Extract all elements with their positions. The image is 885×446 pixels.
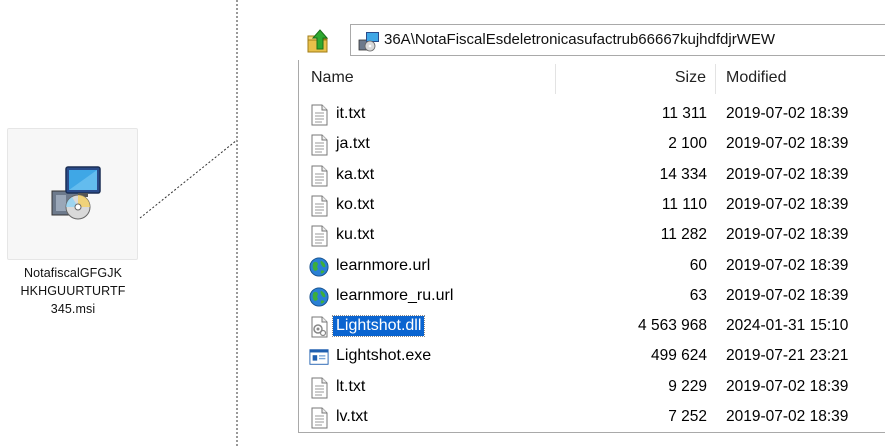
file-label-line-1: NotafiscalGFGJK bbox=[23, 266, 123, 280]
file-row[interactable]: ku.txt 11 282 2019-07-02 18:39 bbox=[299, 221, 885, 251]
column-header-name[interactable]: Name bbox=[311, 69, 354, 87]
text-file-icon bbox=[309, 104, 329, 126]
file-modified: 2019-07-02 18:39 bbox=[726, 226, 849, 244]
globe-icon bbox=[309, 256, 329, 278]
text-file-icon bbox=[309, 407, 329, 429]
column-separator[interactable] bbox=[715, 64, 716, 94]
file-size: 7 252 bbox=[668, 408, 707, 425]
file-row[interactable]: learnmore_ru.url 63 2019-07-02 18:39 bbox=[299, 282, 885, 312]
file-name: ka.txt bbox=[336, 165, 375, 183]
globe-icon bbox=[309, 286, 329, 308]
file-modified: 2019-07-02 18:39 bbox=[726, 256, 849, 274]
file-modified: 2019-07-02 18:39 bbox=[726, 286, 849, 304]
column-separator[interactable] bbox=[555, 64, 556, 94]
address-path: 36A\NotaFiscalEsdeletronicasufactrub6666… bbox=[384, 31, 776, 48]
file-size: 11 282 bbox=[660, 226, 707, 244]
exe-file-icon bbox=[309, 346, 329, 368]
text-file-icon bbox=[309, 134, 329, 156]
file-name: Lightshot.dll bbox=[331, 315, 426, 338]
file-name: ku.txt bbox=[336, 226, 375, 244]
file-size: 4 563 968 bbox=[638, 317, 707, 335]
installer-icon bbox=[51, 166, 101, 220]
file-name: lv.txt bbox=[336, 408, 368, 425]
column-header-row: Name Size Modified bbox=[299, 60, 885, 98]
file-name: it.txt bbox=[336, 105, 366, 122]
address-bar-row: 36A\NotaFiscalEsdeletronicasufactrub6666… bbox=[300, 22, 885, 60]
file-row[interactable]: learnmore.url 60 2019-07-02 18:39 bbox=[299, 252, 885, 282]
file-row[interactable]: it.txt 11 311 2019-07-02 18:39 bbox=[299, 100, 885, 130]
file-row[interactable]: ko.txt 11 110 2019-07-02 18:39 bbox=[299, 191, 885, 221]
file-row[interactable]: ka.txt 14 334 2019-07-02 18:39 bbox=[299, 161, 885, 191]
file-modified: 2019-07-02 18:39 bbox=[726, 135, 849, 153]
desktop-file-tile[interactable] bbox=[7, 128, 138, 260]
file-modified: 2019-07-02 18:39 bbox=[726, 377, 849, 395]
column-header-size[interactable]: Size bbox=[675, 69, 706, 87]
file-size: 63 bbox=[689, 286, 707, 304]
file-name: learnmore_ru.url bbox=[336, 286, 454, 304]
file-label-line-2: HKHGUURTURTF bbox=[20, 284, 126, 298]
file-row[interactable]: lt.txt 9 229 2019-07-02 18:39 bbox=[299, 373, 885, 403]
file-row[interactable]: Lightshot.dll 4 563 968 2024-01-31 15:10 bbox=[299, 312, 885, 342]
file-label-line-3: 345.msi bbox=[50, 302, 96, 316]
file-row[interactable]: ja.txt 2 100 2019-07-02 18:39 bbox=[299, 130, 885, 160]
file-row[interactable]: lv.txt 7 252 2019-07-02 18:39 bbox=[299, 403, 885, 432]
file-size: 11 311 bbox=[661, 105, 707, 122]
file-modified: 2019-07-02 18:39 bbox=[726, 165, 849, 183]
file-name: lt.txt bbox=[336, 377, 366, 395]
file-modified: 2019-07-02 18:39 bbox=[726, 408, 849, 425]
file-size: 60 bbox=[689, 256, 707, 274]
text-file-icon bbox=[309, 377, 329, 399]
file-row[interactable]: Lightshot.exe 499 624 2019-07-21 23:21 bbox=[299, 342, 885, 372]
file-list-panel: Name Size Modified it.txt 11 311 2019-07-0… bbox=[298, 60, 885, 433]
file-modified: 2019-07-21 23:21 bbox=[726, 347, 849, 365]
file-name: ko.txt bbox=[336, 195, 375, 213]
file-name: Lightshot.exe bbox=[336, 347, 432, 365]
text-file-icon bbox=[309, 165, 329, 187]
file-name: ja.txt bbox=[336, 135, 370, 153]
file-modified: 2019-07-02 18:39 bbox=[726, 195, 849, 213]
file-size: 499 624 bbox=[650, 347, 707, 365]
column-header-modified[interactable]: Modified bbox=[726, 69, 786, 87]
file-modified: 2019-07-02 18:39 bbox=[726, 105, 849, 122]
desktop-file-label: NotafiscalGFGJK HKHGUURTURTF 345.msi bbox=[0, 264, 146, 318]
file-size: 14 334 bbox=[659, 165, 707, 183]
file-name: learnmore.url bbox=[336, 256, 431, 274]
dll-file-icon bbox=[309, 316, 329, 338]
file-size: 9 229 bbox=[668, 377, 707, 395]
installer-small-icon bbox=[358, 32, 379, 52]
up-folder-icon[interactable] bbox=[305, 28, 331, 54]
file-size: 2 100 bbox=[668, 135, 707, 153]
file-size: 11 110 bbox=[661, 195, 707, 213]
text-file-icon bbox=[309, 225, 329, 247]
address-field[interactable]: 36A\NotaFiscalEsdeletronicasufactrub6666… bbox=[350, 24, 885, 56]
text-file-icon bbox=[309, 195, 329, 217]
file-modified: 2024-01-31 15:10 bbox=[726, 317, 849, 335]
